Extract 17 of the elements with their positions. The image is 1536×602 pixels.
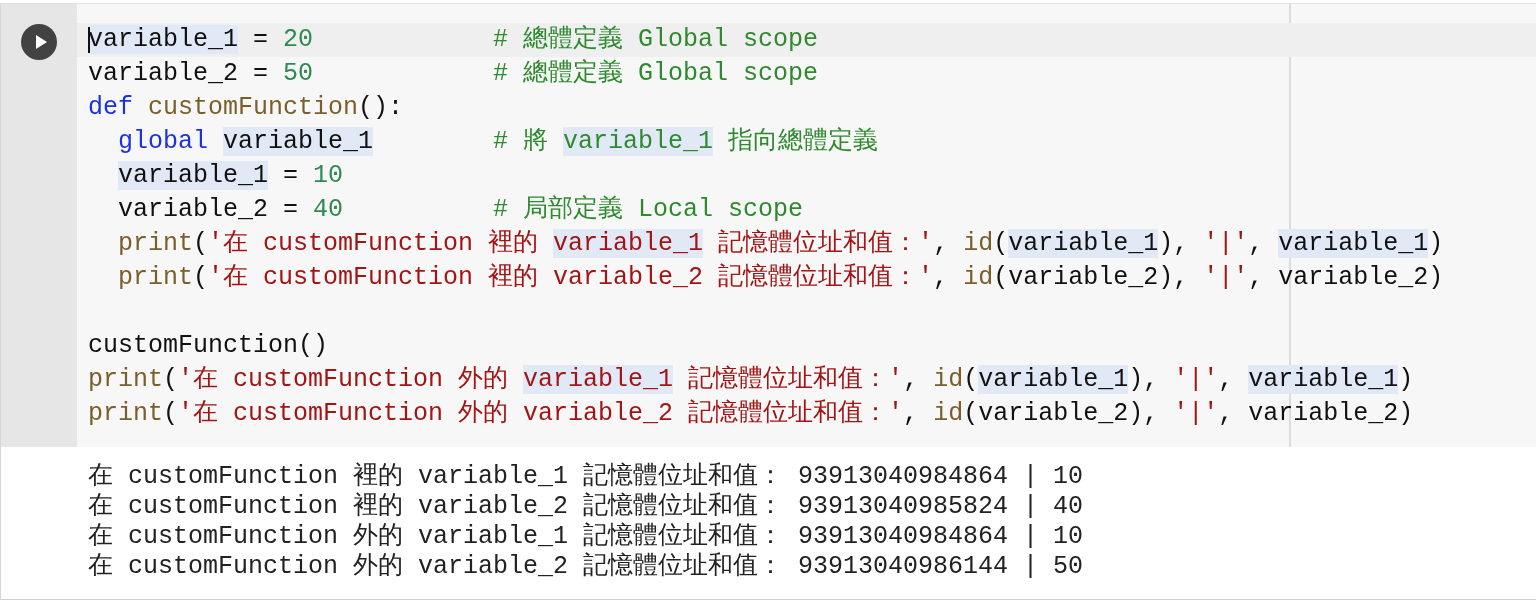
- code-line: variable_1 = 20 # 總體定義 Global scope: [88, 25, 819, 55]
- code-line: variable_2 = 50 # 總體定義 Global scope: [88, 59, 819, 89]
- output-line: 在 customFunction 裡的 variable_1 記憶體位址和值： 93913040984864 | 10: [88, 462, 1085, 492]
- output-line: 在 customFunction 外的 variable_1 記憶體位址和值： 93913040984864 | 10: [88, 522, 1085, 552]
- code-line: print('在 customFunction 裡的 variable_2 記憶體位址和值：', id(variable_2), '|', variable_2): [117, 263, 1444, 293]
- code-line: def customFunction():: [88, 93, 404, 123]
- play-icon: [33, 34, 48, 50]
- code-line: print('在 customFunction 外的 variable_1 記憶體位址和值：', id(variable_1), '|', variable_1): [88, 365, 1414, 395]
- code-line: print('在 customFunction 外的 variable_2 記憶體位址和值：', id(variable_2), '|', variable_2): [88, 399, 1414, 429]
- code-line: customFunction(): [88, 331, 329, 361]
- output-line: 在 customFunction 裡的 variable_2 記憶體位址和值： 93913040985824 | 40: [88, 492, 1085, 522]
- run-button[interactable]: [21, 24, 57, 60]
- output-line: 在 customFunction 外的 variable_2 記憶體位址和值： 93913040986144 | 50: [88, 552, 1085, 582]
- code-line: print('在 customFunction 裡的 variable_1 記憶體位址和值：', id(variable_1), '|', variable_1): [117, 229, 1444, 259]
- code-line: variable_2 = 40 # 局部定義 Local scope: [117, 195, 804, 225]
- code-line: global variable_1 # 將 variable_1 指向總體定義: [117, 127, 879, 157]
- code-line: variable_1 = 10: [117, 161, 344, 191]
